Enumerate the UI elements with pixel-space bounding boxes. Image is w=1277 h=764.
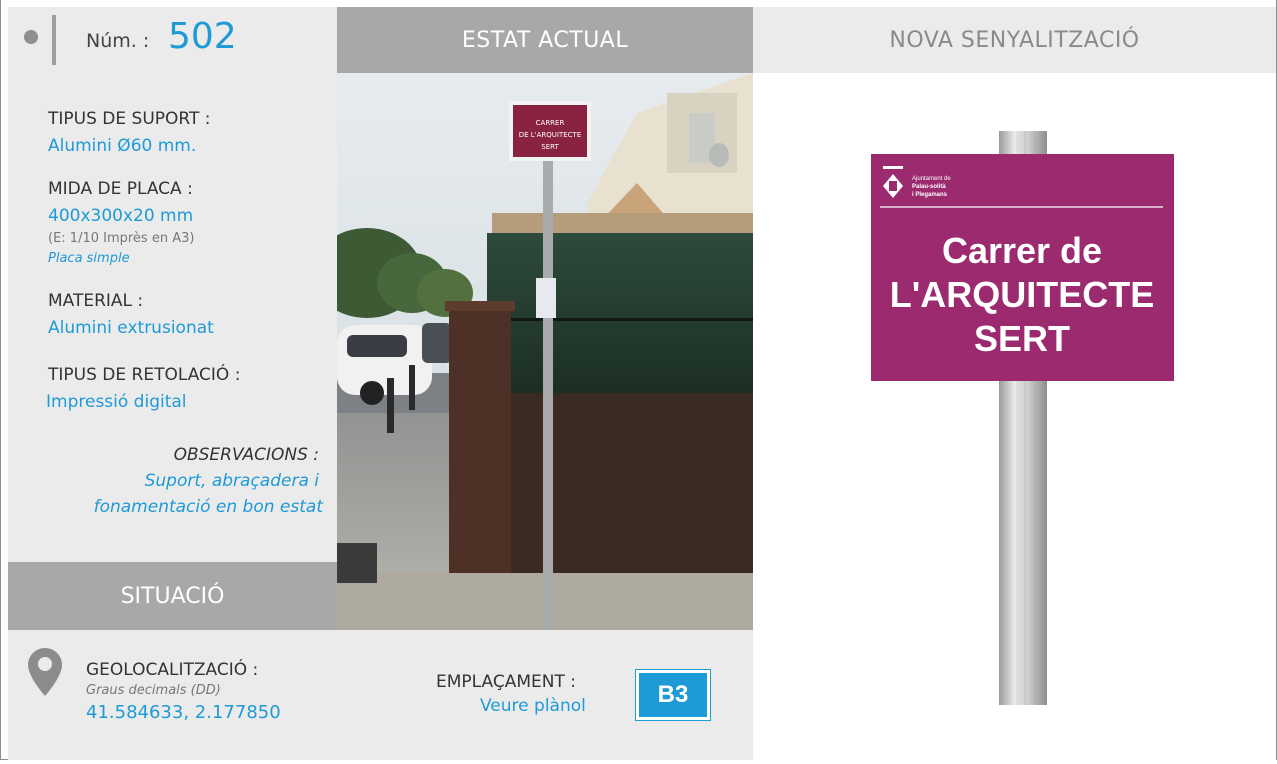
header-estat-actual: ESTAT ACTUAL: [337, 7, 753, 73]
number-label: Núm. :: [86, 30, 150, 52]
info-panel: TIPUS DE SUPORT : Alumini Ø60 mm. MIDA D…: [8, 73, 337, 562]
observacions-line1: Suport, abraçadera i: [144, 471, 319, 491]
geo-coords: 41.584633, 2.177850: [86, 702, 281, 723]
location-pin-icon: [28, 648, 62, 696]
old-sign-line1: CARRER: [536, 119, 565, 127]
org-line3: i Plegamans: [912, 192, 948, 198]
street-line1: Carrer de: [942, 230, 1102, 271]
emplacament-label: EMPLAÇAMENT :: [436, 672, 576, 692]
org-line2: Palau-solità: [912, 184, 946, 190]
observacions-line2: fonamentació en bon estat: [93, 497, 323, 517]
mida-label: MIDA DE PLACA :: [48, 179, 193, 199]
old-sign-line2: DE L'ARQUITECTE: [519, 131, 582, 139]
new-sign-panel: Ajuntament de Palau-solità i Plegamans C…: [753, 73, 1276, 760]
tipus-suport-value: Alumini Ø60 mm.: [48, 136, 197, 156]
mida-type: Placa simple: [48, 251, 130, 266]
retolacio-value: Impressió digital: [46, 392, 187, 412]
bullet-icon: [24, 30, 38, 44]
org-line1: Ajuntament de: [912, 176, 951, 182]
zone-code-badge[interactable]: B3: [635, 669, 711, 721]
header-nova-senyalitzacio: NOVA SENYALITZACIÓ: [753, 7, 1276, 73]
tipus-suport-label: TIPUS DE SUPORT :: [48, 109, 211, 129]
geo-label: GEOLOCALITZACIÓ :: [86, 660, 259, 680]
street-line2: L'ARQUITECTE: [890, 274, 1155, 315]
number-value: 502: [168, 16, 237, 57]
geo-format: Graus decimals (DD): [86, 683, 221, 698]
new-sign-plate: Ajuntament de Palau-solità i Plegamans C…: [871, 154, 1174, 381]
veure-planol-link[interactable]: Veure plànol: [480, 696, 586, 716]
current-state-photo: CARRER DE L'ARQUITECTE SERT: [337, 73, 753, 630]
situacio-header: SITUACIÓ: [8, 562, 337, 630]
mida-note: (E: 1/10 Imprès en A3): [48, 231, 195, 246]
street-line3: SERT: [974, 318, 1070, 359]
header-number-panel: Núm. : 502: [8, 7, 337, 73]
old-sign-line3: SERT: [541, 143, 559, 151]
retolacio-label: TIPUS DE RETOLACIÓ :: [48, 365, 241, 385]
material-label: MATERIAL :: [48, 291, 144, 311]
observacions-label: OBSERVACIONS :: [173, 445, 319, 465]
divider-bar: [52, 15, 56, 65]
mida-value: 400x300x20 mm: [48, 206, 194, 226]
material-value: Alumini extrusionat: [48, 318, 214, 338]
